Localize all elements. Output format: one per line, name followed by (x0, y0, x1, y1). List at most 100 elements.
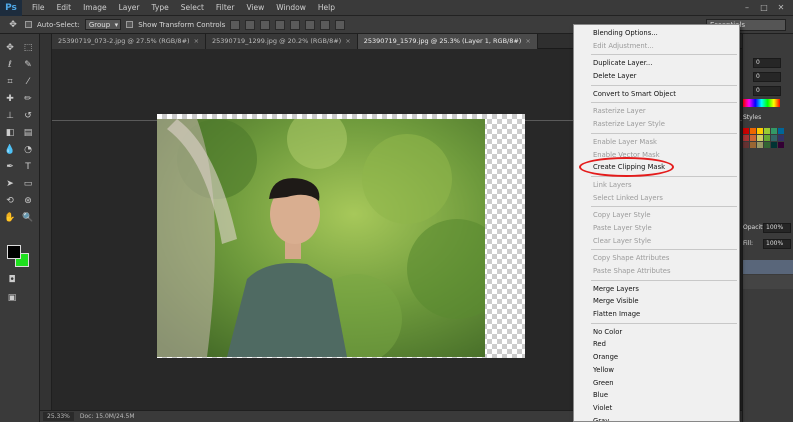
foreground-color-swatch[interactable] (7, 245, 21, 259)
auto-select-label: Auto-Select: (37, 20, 80, 29)
context-menu-item-rasterize-layer-style: Rasterize Layer Style (593, 120, 665, 129)
document-tab[interactable]: 25390719_1299.jpg @ 20.2% (RGB/8#) × (206, 34, 358, 49)
context-menu-item-paste-shape-attributes: Paste Shape Attributes (593, 267, 671, 275)
photo-layer[interactable] (157, 119, 485, 357)
context-menu-item-create-clipping-mask[interactable]: Create Clipping Mask (574, 157, 739, 178)
3d-rotate-icon[interactable]: ⟲ (3, 195, 17, 207)
menu-view[interactable]: View (240, 3, 270, 12)
gradient-tool-icon[interactable]: ▤ (21, 127, 35, 139)
align-bottom-icon[interactable] (260, 19, 271, 30)
align-center-icon[interactable] (290, 19, 301, 30)
lasso-tool-icon[interactable]: ℓ (3, 59, 17, 71)
context-menu-item-blue[interactable]: Blue (574, 389, 739, 402)
layer-row[interactable] (743, 275, 793, 289)
eyedropper-tool-icon[interactable]: ⁄ (21, 76, 35, 88)
fill-value[interactable]: 100% (763, 239, 791, 249)
tab-label: 25390719_1299.jpg @ 20.2% (RGB/8#) (212, 37, 342, 45)
menu-separator (591, 249, 737, 251)
crop-tool-icon[interactable]: ⌗ (3, 76, 17, 88)
menu-separator (591, 132, 737, 134)
context-menu-item-green[interactable]: Green (574, 377, 739, 390)
context-menu-item-link-layers: Link Layers (593, 180, 632, 189)
document-tab-active[interactable]: 25390719_1579.jpg @ 25.3% (Layer 1, RGB/… (357, 34, 538, 49)
zoom-level[interactable]: 25.33% (43, 412, 74, 421)
context-menu-item-merge-visible[interactable]: Merge Visible (574, 295, 739, 308)
context-menu-item-delete-layer[interactable]: Delete Layer (574, 70, 739, 83)
tab-close-icon[interactable]: × (345, 37, 350, 45)
shape-tool-icon[interactable]: ▭ (21, 178, 35, 190)
context-menu-item-red[interactable]: Red (574, 338, 739, 351)
menu-edit[interactable]: Edit (51, 3, 78, 12)
brush-tool-icon[interactable]: ✏ (21, 93, 35, 105)
clone-stamp-icon[interactable]: ⊥ (3, 110, 17, 122)
minimize-icon[interactable]: – (741, 3, 753, 13)
context-menu-item-flatten-image[interactable]: Flatten Image (574, 308, 739, 321)
transform-controls-checkbox[interactable] (126, 21, 134, 28)
marquee-tool-icon[interactable]: ⬚ (21, 42, 35, 54)
layer-context-menu: Blending Options... Edit Adjustment... Dup… (573, 24, 740, 422)
context-menu-item-orange[interactable]: Orange (574, 351, 739, 364)
distribute-icon[interactable] (320, 19, 331, 30)
menu-help[interactable]: Help (312, 3, 341, 12)
quick-select-tool-icon[interactable]: ✎ (21, 59, 35, 71)
healing-brush-icon[interactable]: ✚ (3, 93, 17, 105)
swatches-grid[interactable] (743, 128, 784, 148)
toolbox: ✥ ⬚ ℓ ✎ ⌗ ⁄ ✚ ✏ ⊥ ↺ ◧ ▤ 💧 ◔ ✒ T ➤ ▭ ⟲ ⊛ … (0, 34, 40, 422)
tab-close-icon[interactable]: × (525, 37, 530, 45)
align-middle-icon[interactable] (245, 19, 256, 30)
context-menu-item-select-linked-layers: Select Linked Layers (593, 193, 663, 202)
context-menu-item-merge-layers[interactable]: Merge Layers (574, 283, 739, 296)
menu-separator (591, 206, 737, 208)
auto-select-checkbox[interactable] (25, 21, 32, 28)
context-menu-item-blending-options[interactable]: Blending Options... (574, 27, 739, 40)
move-tool-icon[interactable]: ✥ (3, 42, 17, 54)
color-value-field[interactable]: 0 (753, 72, 781, 82)
red-highlight-circle (579, 157, 674, 178)
color-value-field[interactable]: 0 (753, 86, 781, 96)
transform-controls-label: Show Transform Controls (138, 20, 226, 29)
align-right-icon[interactable] (305, 19, 316, 30)
align-left-icon[interactable] (275, 19, 286, 30)
menu-type[interactable]: Type (146, 3, 175, 12)
move-tool-preset-icon[interactable]: ✥ (6, 19, 20, 31)
history-brush-icon[interactable]: ↺ (21, 110, 35, 122)
hand-tool-icon[interactable]: ✋ (3, 212, 17, 224)
3d-camera-icon[interactable]: ⊛ (21, 195, 35, 207)
menu-file[interactable]: File (26, 3, 51, 12)
layer-row-selected[interactable] (743, 260, 793, 274)
context-menu-item-gray[interactable]: Gray (574, 415, 739, 421)
blur-tool-icon[interactable]: 💧 (3, 144, 17, 156)
color-spectrum-bar[interactable] (743, 99, 780, 107)
pen-tool-icon[interactable]: ✒ (3, 161, 17, 173)
right-panel: 0 0 0 Styles Opacity: 100% Fill: 100% (742, 34, 793, 422)
path-select-icon[interactable]: ➤ (3, 178, 17, 190)
opacity-value[interactable]: 100% (763, 223, 791, 233)
dodge-tool-icon[interactable]: ◔ (21, 144, 35, 156)
eraser-tool-icon[interactable]: ◧ (3, 127, 17, 139)
zoom-tool-icon[interactable]: 🔍 (21, 212, 35, 224)
auto-select-dropdown[interactable]: Group (84, 19, 122, 30)
type-tool-icon[interactable]: T (21, 161, 35, 173)
context-menu-item-no-color[interactable]: No Color (574, 326, 739, 339)
document-tab[interactable]: 25390719_073-2.jpg @ 27.5% (RGB/8#) × (52, 34, 207, 49)
context-menu-item-paste-layer-style: Paste Layer Style (593, 223, 652, 232)
3d-mode-icon[interactable] (335, 19, 346, 30)
context-menu-item-violet[interactable]: Violet (574, 402, 739, 415)
context-menu-item-yellow[interactable]: Yellow (574, 364, 739, 377)
menu-layer[interactable]: Layer (113, 3, 146, 12)
context-menu-item-convert-to-smart-object[interactable]: Convert to Smart Object (574, 88, 739, 101)
close-window-icon[interactable]: ✕ (775, 3, 787, 13)
quick-mask-icon[interactable]: ◘ (5, 274, 19, 286)
align-top-icon[interactable] (230, 19, 241, 30)
menu-window[interactable]: Window (270, 3, 312, 12)
screen-mode-icon[interactable]: ▣ (5, 292, 19, 304)
context-menu-item-duplicate-layer[interactable]: Duplicate Layer... (574, 57, 739, 70)
tab-close-icon[interactable]: × (194, 37, 199, 45)
menu-filter[interactable]: Filter (210, 3, 241, 12)
menu-separator (591, 54, 737, 56)
menu-select[interactable]: Select (175, 3, 210, 12)
maximize-icon[interactable]: □ (758, 3, 770, 13)
menu-image[interactable]: Image (77, 3, 113, 12)
color-value-field[interactable]: 0 (753, 58, 781, 68)
styles-tab[interactable]: Styles (743, 114, 761, 121)
